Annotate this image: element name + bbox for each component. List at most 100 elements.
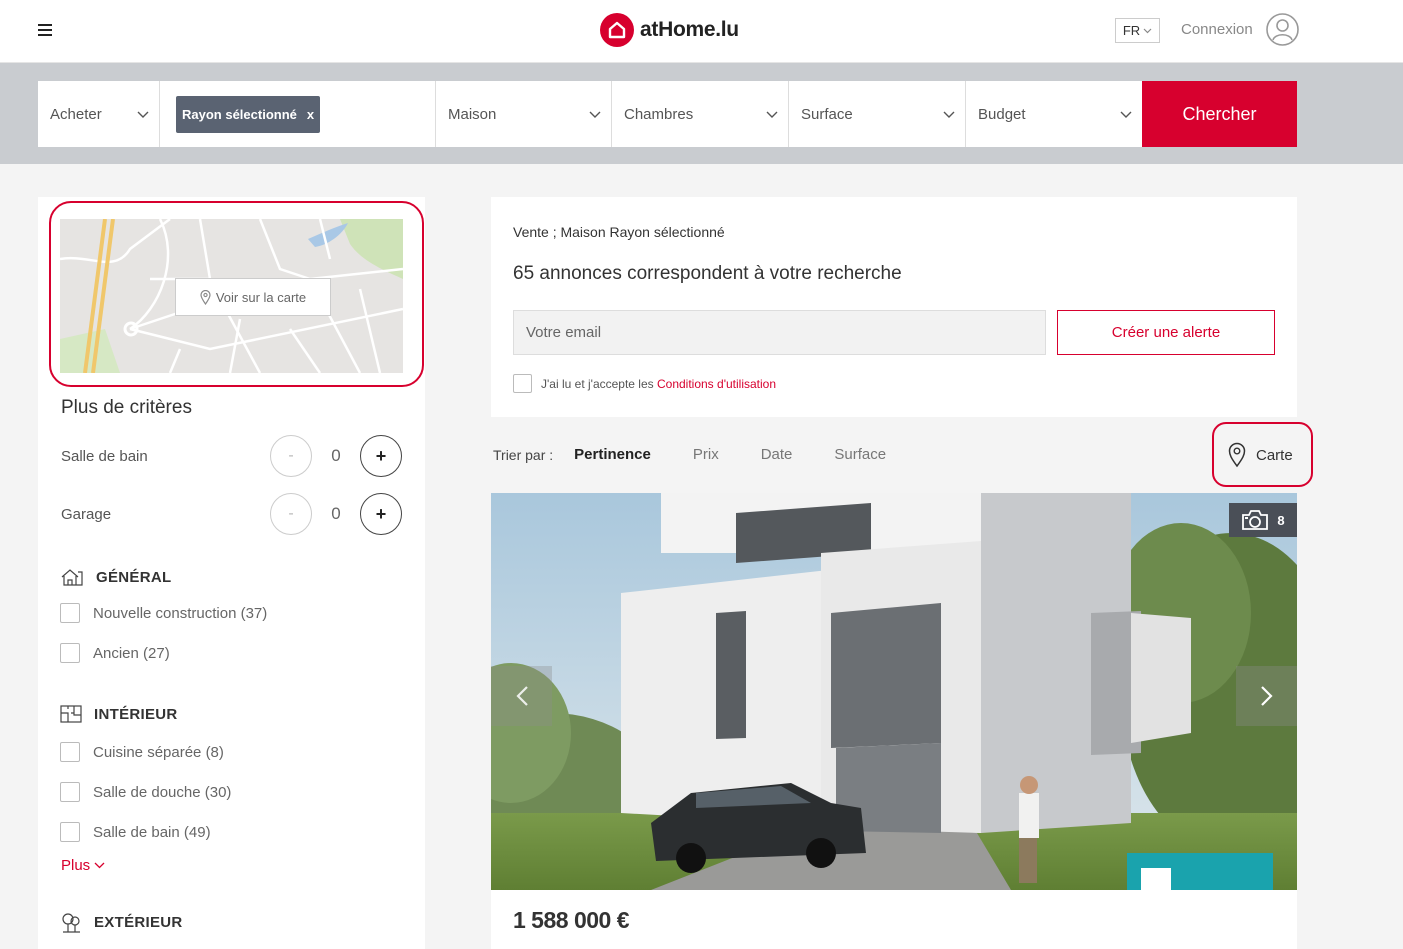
site-header: atHome.lu FR Connexion [0, 0, 1403, 63]
map-pin-icon [200, 289, 211, 305]
sort-relevance[interactable]: Pertinence [574, 446, 651, 463]
filter-sidebar: Voir sur la carte Plus de critères Salle… [38, 197, 425, 949]
bathroom-stepper-label: Salle de bain [61, 448, 148, 465]
map-view-button[interactable]: Carte [1228, 442, 1293, 468]
filter-label: Nouvelle construction (37) [93, 604, 268, 622]
transaction-select[interactable]: Acheter [38, 81, 160, 147]
more-interior-filters-link[interactable]: Plus [61, 857, 105, 874]
filter-separate-kitchen[interactable]: Cuisine séparée (8) [60, 742, 224, 762]
chevron-down-icon [137, 111, 149, 118]
floorplan-icon [60, 705, 82, 723]
garage-decrement-button[interactable]: - [270, 493, 312, 535]
sort-surface[interactable]: Surface [834, 446, 886, 463]
filter-label: Cuisine séparée (8) [93, 743, 224, 761]
site-logo[interactable]: atHome.lu [600, 13, 739, 47]
radius-chip-label: Rayon sélectionné [182, 106, 297, 122]
checkbox[interactable] [60, 603, 80, 623]
logo-text: atHome.lu [640, 18, 739, 41]
terms-row: J'ai lu et j'accepte les Conditions d'ut… [513, 374, 776, 393]
interior-section-header: INTÉRIEUR [60, 705, 178, 723]
photo-count: 8 [1277, 512, 1285, 528]
radius-chip: Rayon sélectionné x [176, 95, 321, 133]
filter-old[interactable]: Ancien (27) [60, 643, 170, 663]
chevron-down-icon [94, 862, 105, 869]
checkbox[interactable] [60, 643, 80, 663]
filter-label: Salle de bain (49) [93, 823, 211, 841]
view-on-map-label: Voir sur la carte [215, 289, 307, 305]
chevron-down-icon [1120, 111, 1132, 118]
interior-section-title: INTÉRIEUR [94, 705, 178, 723]
search-button[interactable]: Chercher [1142, 81, 1297, 147]
budget-select[interactable]: Budget [966, 81, 1142, 147]
checkbox[interactable] [60, 822, 80, 842]
menu-icon[interactable] [38, 24, 52, 36]
budget-value: Budget [978, 105, 1026, 123]
terms-text: J'ai lu et j'accepte les [541, 376, 657, 391]
more-criteria-title: Plus de critères [61, 397, 192, 418]
general-section-header: GÉNÉRAL [60, 567, 171, 587]
more-label: Plus [61, 857, 91, 874]
exterior-section-header: EXTÉRIEUR [60, 911, 183, 933]
general-section-title: GÉNÉRAL [96, 568, 172, 586]
sort-label: Trier par : [493, 446, 554, 463]
sort-date[interactable]: Date [761, 446, 793, 463]
checkbox[interactable] [60, 782, 80, 802]
map-pin-icon [1228, 442, 1246, 468]
map-thumbnail[interactable]: Voir sur la carte [60, 219, 403, 373]
checkbox[interactable] [60, 742, 80, 762]
bathroom-increment-button[interactable]: + [360, 435, 402, 477]
bathroom-decrement-button[interactable]: - [270, 435, 312, 477]
property-type-value: Maison [448, 105, 497, 123]
filter-label: Salle de douche (30) [93, 783, 232, 801]
user-avatar-icon[interactable] [1266, 13, 1299, 46]
sort-bar: Trier par : Pertinence Prix Date Surface [493, 446, 928, 463]
filter-bathroom[interactable]: Salle de bain (49) [60, 822, 211, 842]
home-logo-icon [600, 13, 634, 47]
remove-chip-button[interactable]: x [307, 107, 314, 122]
property-type-select[interactable]: Maison [436, 81, 612, 147]
chevron-down-icon [589, 111, 601, 118]
surface-value: Surface [801, 105, 853, 123]
map-view-label: Carte [1256, 446, 1293, 464]
listing-price: 1 588 000 € [513, 907, 630, 933]
house-photo-graphic [491, 493, 1297, 890]
exterior-section-title: EXTÉRIEUR [94, 913, 183, 931]
location-field[interactable]: Rayon sélectionné x [160, 81, 436, 147]
sort-price[interactable]: Prix [693, 446, 719, 463]
chevron-down-icon [943, 111, 955, 118]
camera-icon [1242, 510, 1269, 530]
listing-photo[interactable]: 8 [491, 493, 1297, 890]
chevron-down-icon [1143, 28, 1152, 33]
results-count: 65 annonces correspondent à votre recher… [513, 263, 902, 284]
bedrooms-value: Chambres [624, 105, 694, 123]
photo-count-badge[interactable]: 8 [1229, 503, 1297, 537]
house-icon [61, 569, 83, 586]
listing-card[interactable]: 8 1 588 000 € [491, 493, 1297, 949]
bathroom-count: 0 [331, 446, 341, 465]
terms-checkbox[interactable] [513, 374, 532, 393]
garage-stepper-label: Garage [61, 506, 112, 523]
results-header-card: Vente ; Maison Rayon sélectionné 65 anno… [491, 197, 1297, 417]
bedrooms-select[interactable]: Chambres [612, 81, 789, 147]
login-link[interactable]: Connexion [1181, 21, 1253, 38]
search-summary: Vente ; Maison Rayon sélectionné [513, 224, 725, 240]
filter-new-construction[interactable]: Nouvelle construction (37) [60, 603, 267, 623]
language-value: FR [1122, 23, 1141, 38]
filter-label: Ancien (27) [93, 644, 170, 662]
surface-select[interactable]: Surface [789, 81, 966, 147]
garage-increment-button[interactable]: + [360, 493, 402, 535]
prev-photo-button[interactable] [491, 666, 552, 726]
chevron-left-icon [515, 686, 528, 706]
create-alert-button[interactable]: Créer une alerte [1057, 310, 1275, 355]
tree-icon [62, 913, 80, 933]
garage-count: 0 [331, 504, 341, 523]
chevron-right-icon [1260, 686, 1273, 706]
email-input[interactable] [513, 310, 1046, 355]
view-on-map-button[interactable]: Voir sur la carte [175, 278, 331, 316]
language-select[interactable]: FR [1115, 18, 1160, 43]
next-photo-button[interactable] [1236, 666, 1297, 726]
terms-label: J'ai lu et j'accepte les Conditions d'ut… [541, 377, 776, 391]
terms-link[interactable]: Conditions d'utilisation [657, 377, 776, 391]
filter-shower-room[interactable]: Salle de douche (30) [60, 782, 231, 802]
transaction-value: Acheter [50, 105, 102, 123]
